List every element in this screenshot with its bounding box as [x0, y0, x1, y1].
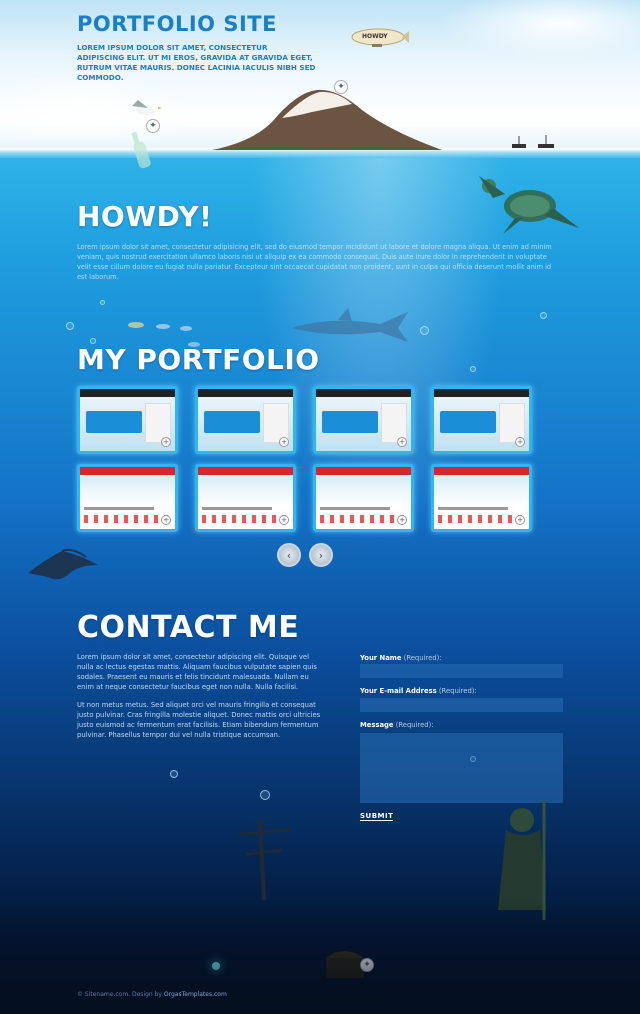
- portfolio-next-button[interactable]: ›: [309, 543, 333, 567]
- contact-paragraph: Lorem ipsum dolor sit amet, consectetur …: [77, 653, 317, 691]
- zoom-icon: +: [515, 437, 525, 447]
- sea-turtle-icon: [479, 176, 579, 234]
- blimp-label: HOWDY: [362, 33, 388, 40]
- portfolio-thumbnail[interactable]: +: [195, 386, 296, 454]
- chevron-left-icon: ‹: [286, 548, 292, 562]
- bubble-decoration: [470, 366, 476, 372]
- shipwreck-decoration: [239, 820, 291, 900]
- message-textarea[interactable]: [360, 733, 563, 803]
- portfolio-thumbnail[interactable]: +: [195, 464, 296, 532]
- name-field-label: Your Name (Required):: [360, 654, 442, 662]
- bubble-decoration: [260, 790, 270, 800]
- email-field-label: Your E-mail Address (Required):: [360, 687, 477, 695]
- fish-decoration: [128, 322, 144, 328]
- zoom-icon: +: [515, 515, 525, 525]
- portfolio-thumbnail[interactable]: +: [431, 386, 532, 454]
- portfolio-thumbnail[interactable]: +: [77, 464, 178, 532]
- submit-button[interactable]: SUBMIT: [360, 812, 394, 821]
- zoom-icon: +: [161, 437, 171, 447]
- zoom-icon: +: [279, 515, 289, 525]
- ships-decoration: [512, 135, 554, 148]
- portfolio-thumbnail[interactable]: +: [431, 464, 532, 532]
- zoom-icon: +: [279, 437, 289, 447]
- portfolio-heading: MY PORTFOLIO: [77, 343, 320, 376]
- cloud-decoration: [440, 0, 640, 60]
- bubble-decoration: [170, 770, 178, 778]
- island-volcano: [212, 89, 442, 150]
- howdy-text: Lorem ipsum dolor sit amet, consectetur …: [77, 243, 552, 281]
- portfolio-thumbnail[interactable]: +: [77, 386, 178, 454]
- scroll-marker-button[interactable]: ✦: [334, 80, 348, 94]
- footer-copyright: © Sitename.com. Design by OrgasTemplates…: [77, 991, 227, 998]
- bubble-decoration: [540, 312, 547, 319]
- bubble-decoration: [100, 300, 105, 305]
- manta-ray-icon: [28, 548, 98, 580]
- portfolio-prev-button[interactable]: ‹: [277, 543, 301, 567]
- portfolio-thumbnail[interactable]: +: [313, 386, 414, 454]
- chevron-right-icon: ›: [318, 548, 324, 562]
- site-tagline: LOREM IPSUM DOLOR SIT AMET, CONSECTETUR …: [77, 43, 316, 82]
- zoom-icon: +: [397, 437, 407, 447]
- footer-link[interactable]: OrgasTemplates.com: [164, 991, 227, 998]
- fish-decoration: [180, 326, 192, 331]
- zoom-icon: +: [397, 515, 407, 525]
- zoom-icon: +: [161, 515, 171, 525]
- shark-icon: [292, 308, 408, 342]
- site-title[interactable]: PORTFOLIO SITE: [77, 12, 277, 36]
- portfolio-thumbnail[interactable]: +: [313, 464, 414, 532]
- bubble-decoration: [66, 322, 74, 330]
- fish-decoration: [156, 324, 170, 329]
- name-input[interactable]: [360, 664, 563, 678]
- message-field-label: Message (Required):: [360, 721, 434, 729]
- howdy-heading: HOWDY!: [77, 200, 213, 233]
- bubble-decoration: [420, 326, 429, 335]
- email-input[interactable]: [360, 698, 563, 712]
- bottle-icon: [131, 131, 151, 169]
- contact-heading: CONTACT ME: [77, 610, 300, 645]
- contact-paragraph: Ut non metus metus. Sed aliquet orci vel…: [77, 701, 321, 739]
